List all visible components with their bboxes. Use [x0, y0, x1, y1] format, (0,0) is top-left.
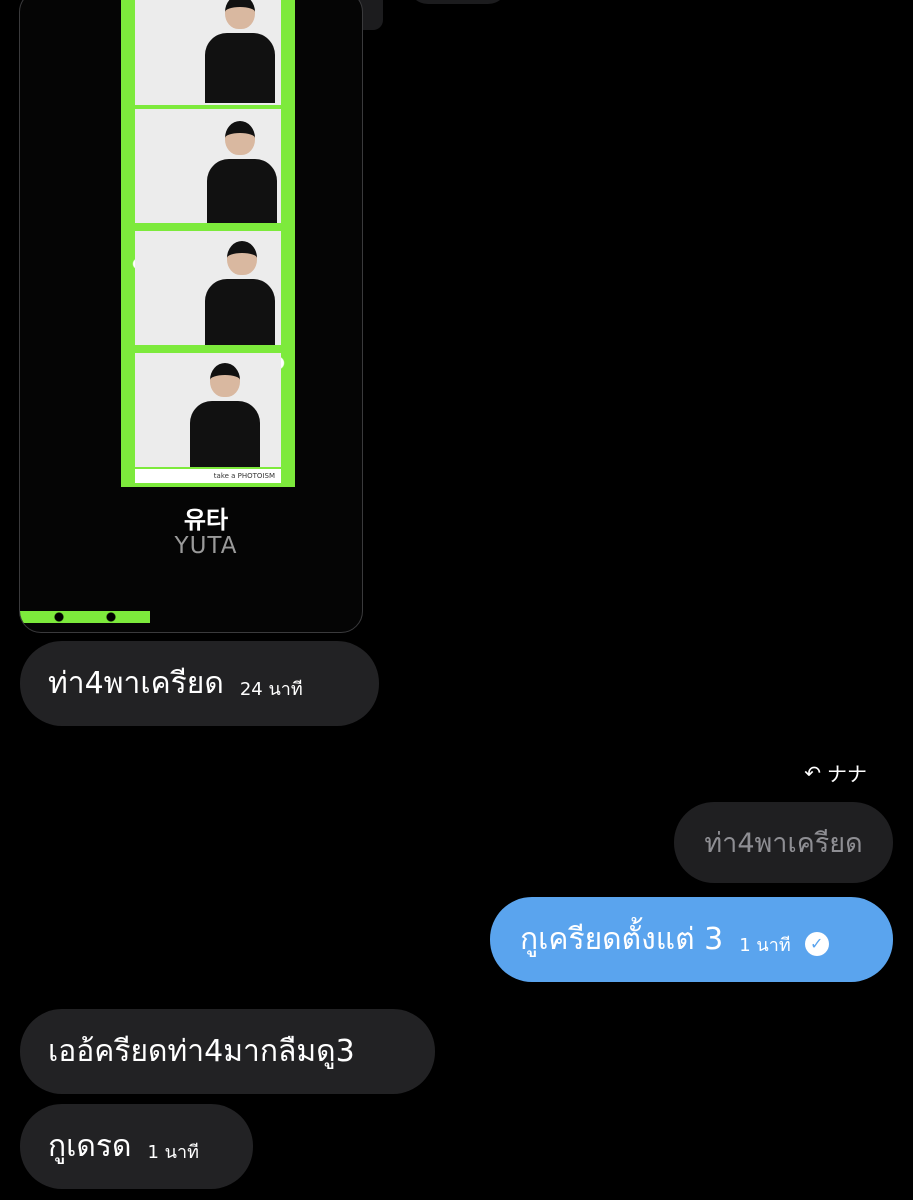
reply-to-name: ナナ — [827, 762, 867, 786]
photo-frame-3 — [135, 231, 281, 345]
person-figure — [205, 0, 275, 105]
reply-arrow-icon: ↶ — [804, 760, 821, 785]
message-bubble-incoming[interactable]: กูเดรด 1 นาที — [20, 1104, 253, 1189]
message-time: 1 นาที — [739, 935, 791, 956]
message-text: กูเครียดตั้งแต่ 3 — [520, 922, 724, 957]
photo-frame-1 — [135, 0, 281, 105]
message-text: ท่า4พาเครียด — [48, 666, 224, 701]
quoted-text: ท่า4พาเครียด — [704, 828, 863, 859]
card-title-korean: 유타 — [183, 506, 229, 534]
next-strip-preview — [20, 611, 150, 623]
strip-caption: take a PHOTOISM — [135, 469, 281, 483]
reply-indicator: ↶ ナナ — [804, 758, 867, 787]
person-figure — [205, 235, 275, 345]
message-bubble-incoming[interactable]: เออ้ครียดท่า4มากลืมดู3 — [20, 1009, 435, 1094]
quoted-message[interactable]: ท่า4พาเครียด — [674, 802, 893, 883]
person-figure — [180, 357, 270, 467]
message-bubble-incoming[interactable]: ท่า4พาเครียด 24 นาที — [20, 641, 379, 726]
message-text: เออ้ครียดท่า4มากลืมดู3 — [48, 1034, 355, 1069]
photo-frame-2 — [135, 109, 281, 223]
person-figure — [207, 113, 277, 223]
shared-photo-card[interactable]: take a PHOTOISM 유타 YUTA — [19, 0, 363, 633]
message-bubble-outgoing[interactable]: กูเครียดตั้งแต่ 3 1 นาที ✓ — [490, 897, 893, 982]
message-time: 1 นาที — [147, 1142, 199, 1163]
photo-frame-4 — [135, 353, 281, 467]
message-text: กูเดรด — [48, 1129, 132, 1164]
card-title-english: YUTA — [174, 533, 238, 559]
check-circle-icon: ✓ — [804, 931, 829, 956]
previous-message-bubble — [408, 0, 508, 4]
message-time: 24 นาที — [239, 679, 303, 700]
photo-strip: take a PHOTOISM — [121, 0, 295, 487]
